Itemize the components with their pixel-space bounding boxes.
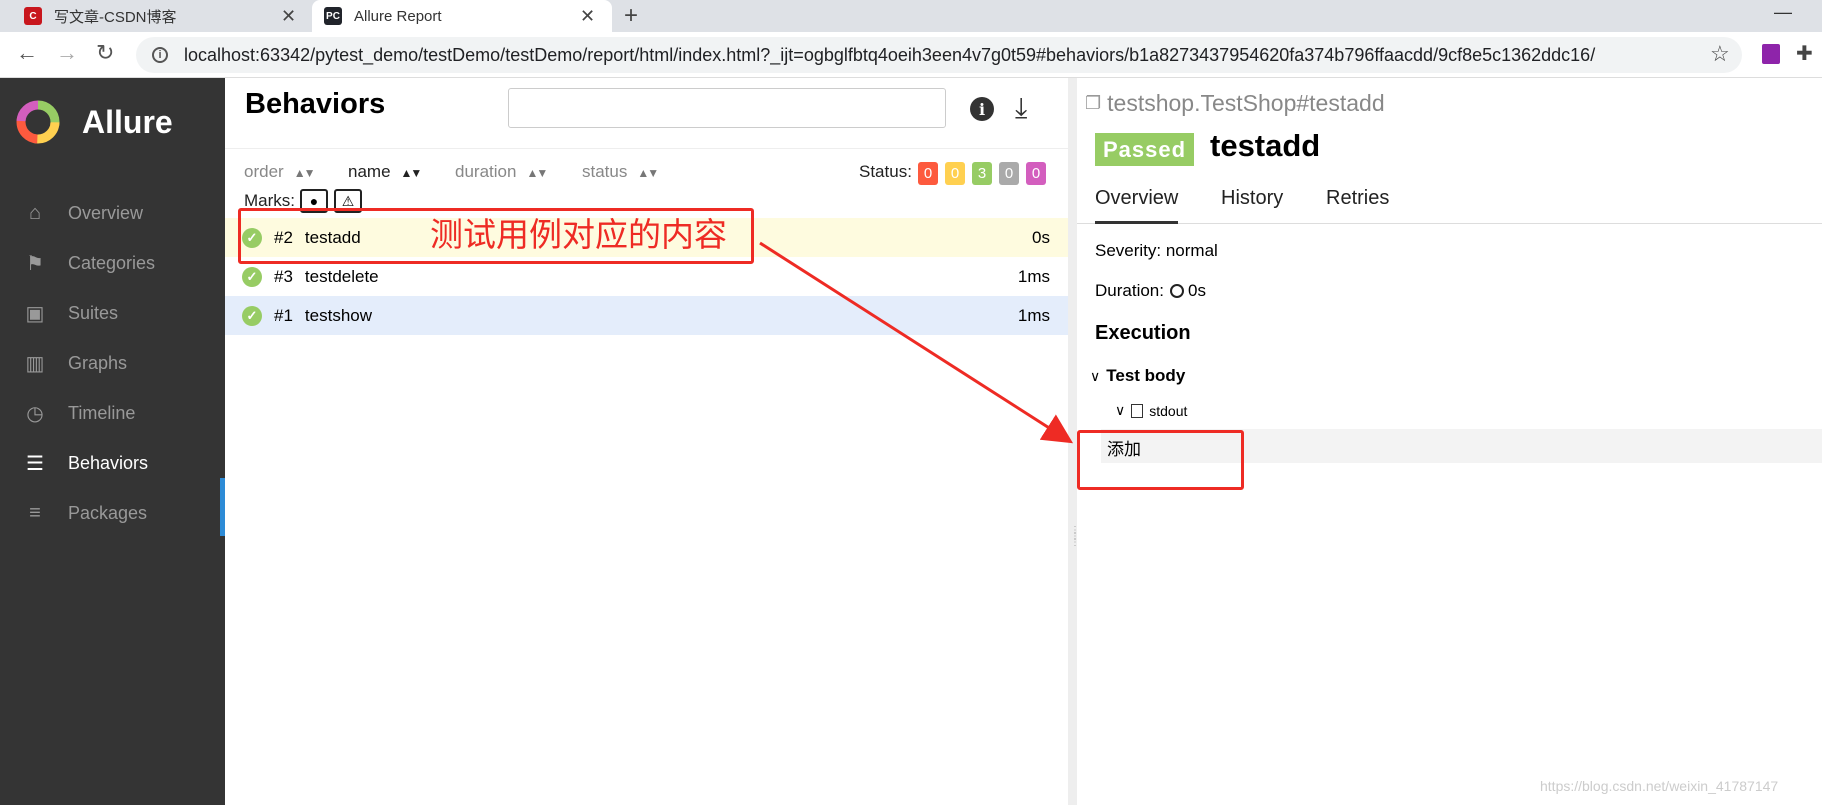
url-field[interactable]: i localhost:63342/pytest_demo/testDemo/t…	[136, 37, 1742, 73]
watermark: https://blog.csdn.net/weixin_41787147	[1540, 778, 1779, 794]
sidebar-item-label: Behaviors	[68, 452, 149, 473]
status-unknown-badge[interactable]: 0	[1026, 162, 1046, 185]
sidebar-item-label: Packages	[68, 502, 148, 523]
sort-name-label: name	[348, 162, 391, 181]
sort-duration[interactable]: duration ▲▼	[455, 162, 548, 182]
close-tab-icon[interactable]: ✕	[580, 6, 595, 27]
browser-tab-allure[interactable]: PC Allure Report ✕	[312, 0, 612, 32]
sidebar-item-packages[interactable]: ≡ Packages	[0, 484, 225, 542]
status-failed-badge[interactable]: 0	[918, 162, 938, 185]
extensions-puzzle-icon[interactable]: ✚	[1796, 41, 1813, 66]
duration-label: Duration:	[1095, 281, 1164, 300]
new-tab-icon[interactable]: +	[624, 2, 638, 30]
test-fullname: ❐ testshop.TestShop#testadd	[1085, 90, 1385, 117]
bar-chart-icon: ▥	[25, 352, 45, 375]
tab-title: 写文章-CSDN博客	[54, 8, 177, 26]
sidebar-item-label: Suites	[68, 302, 119, 323]
align-left-icon: ≡	[29, 501, 41, 524]
home-icon: ⌂	[28, 201, 42, 224]
page-title: Behaviors	[245, 88, 386, 120]
csdn-favicon-icon: C	[24, 7, 42, 25]
row-duration: 1ms	[1017, 305, 1050, 325]
test-body-toggle[interactable]: ∨ Test body	[1090, 366, 1185, 386]
close-tab-icon[interactable]: ✕	[281, 6, 296, 27]
behaviors-pane: Behaviors i ⤓ order ▲▼ name ▲▼ duration ▲▼ …	[225, 78, 1068, 805]
sort-order-label: order	[244, 162, 284, 181]
sidebar-item-label: Categories	[68, 252, 156, 273]
clock-icon	[1169, 284, 1184, 298]
row-duration: 1ms	[1017, 266, 1050, 286]
row-name: testshow	[304, 305, 373, 325]
sort-status[interactable]: status ▲▼	[582, 162, 659, 182]
sort-status-label: status	[582, 162, 628, 181]
tab-retries[interactable]: Retries	[1326, 187, 1389, 224]
status-filter-label: Status:	[859, 162, 912, 181]
allure-sidebar: Allure ⌂ Overview ⚑ Categories ▣ Suites …	[0, 78, 225, 805]
info-icon[interactable]: i	[970, 97, 994, 121]
sidebar-item-label: Overview	[68, 202, 144, 223]
passed-check-icon: ✓	[242, 266, 262, 287]
sort-arrows-icon: ▲▼	[400, 166, 423, 180]
test-body-label: Test body	[1106, 366, 1186, 385]
pycharm-favicon-icon: PC	[324, 7, 342, 25]
execution-heading: Execution	[1095, 322, 1191, 344]
test-title: testadd	[1210, 128, 1321, 163]
status-badge: Passed	[1095, 133, 1195, 166]
table-row[interactable]: ✓ #1 testshow 1ms	[225, 296, 1068, 335]
sort-arrows-icon: ▲▼	[293, 166, 316, 180]
chevron-down-icon: ∨	[1115, 402, 1126, 418]
address-bar-row: ← → ↻ i localhost:63342/pytest_demo/test…	[0, 32, 1822, 78]
sort-duration-label: duration	[455, 162, 517, 181]
copy-icon[interactable]: ❐	[1085, 93, 1101, 114]
flag-icon: ⚑	[26, 252, 44, 275]
sort-order[interactable]: order ▲▼	[244, 162, 316, 182]
tab-title: Allure Report	[354, 7, 442, 25]
browser-tab-bar: C 写文章-CSDN博客 ✕ PC Allure Report ✕ + —	[0, 0, 1822, 32]
stdout-attachment[interactable]: ∨ stdout	[1115, 402, 1187, 419]
extension-rp-icon[interactable]	[1762, 44, 1780, 64]
annotation-box-content	[1077, 430, 1244, 490]
row-duration: 0s	[1032, 227, 1050, 247]
sidebar-item-label: Timeline	[68, 402, 136, 423]
passed-check-icon: ✓	[242, 305, 262, 326]
tab-overview[interactable]: Overview	[1095, 187, 1179, 224]
list-icon: ☰	[26, 452, 44, 475]
severity-text: Severity: normal	[1095, 241, 1218, 260]
file-icon	[1131, 403, 1144, 418]
reload-icon[interactable]: ↻	[96, 40, 114, 66]
briefcase-icon: ▣	[25, 302, 45, 325]
browser-tab-csdn[interactable]: C 写文章-CSDN博客 ✕	[24, 0, 324, 32]
annotation-text: 测试用例对应的内容	[430, 216, 727, 253]
row-name: testdelete	[304, 266, 379, 286]
status-passed-badge[interactable]: 3	[972, 162, 992, 185]
status-broken-badge[interactable]: 0	[945, 162, 965, 185]
sidebar-item-label: Graphs	[68, 352, 128, 373]
allure-logo[interactable]: Allure	[16, 100, 173, 144]
search-input[interactable]	[508, 88, 946, 128]
minimize-window-icon[interactable]: —	[1774, 2, 1792, 23]
back-arrow-icon[interactable]: ←	[16, 40, 38, 66]
brand-name: Allure	[82, 103, 173, 140]
sort-arrows-icon: ▲▼	[637, 166, 659, 180]
duration-value: 0s	[1187, 281, 1206, 300]
test-fullname-text: testshop.TestShop#testadd	[1107, 90, 1385, 116]
forward-arrow-icon[interactable]: →	[56, 40, 78, 66]
row-number: #3	[274, 266, 293, 286]
tab-history[interactable]: History	[1221, 187, 1283, 224]
duration-row: Duration: 0s	[1095, 281, 1206, 301]
clock-icon: ◷	[26, 402, 44, 425]
sort-arrows-icon: ▲▼	[526, 166, 548, 180]
chevron-down-icon: ∨	[1090, 367, 1101, 384]
detail-tabs	[1077, 179, 1822, 224]
row-number: #1	[274, 305, 293, 325]
sort-name[interactable]: name ▲▼	[348, 162, 423, 182]
url-text: localhost:63342/pytest_demo/testDemo/tes…	[184, 44, 1596, 65]
pane-splitter[interactable]: ⋮ ⋮ ⋮	[1068, 78, 1080, 805]
download-icon[interactable]: ⤓	[1015, 92, 1027, 125]
attachment-name: stdout	[1149, 402, 1188, 419]
status-skipped-badge[interactable]: 0	[999, 162, 1019, 185]
bookmark-star-icon[interactable]: ☆	[1710, 41, 1730, 67]
site-info-icon[interactable]: i	[152, 47, 168, 63]
allure-logo-icon	[16, 100, 60, 144]
